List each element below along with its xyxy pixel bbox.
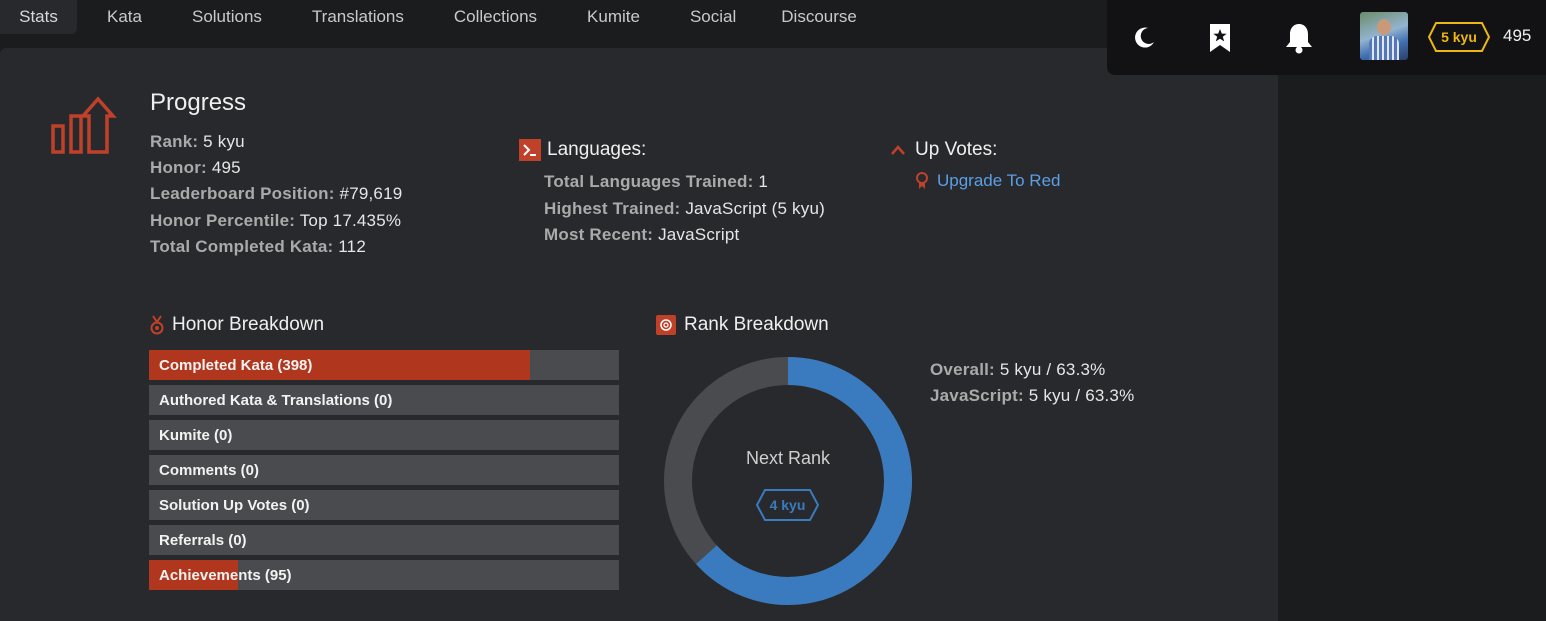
donut-progress-arc	[696, 357, 912, 605]
tab-kumite[interactable]: Kumite	[587, 0, 640, 34]
progress-title: Progress	[150, 89, 247, 116]
honor-bar-comments: Comments (0)	[149, 455, 619, 485]
stat-total-completed-kata: Total Completed Kata: 112	[150, 237, 366, 256]
honor-count: 495	[1503, 26, 1532, 45]
upvotes-title: Up Votes:	[890, 139, 997, 161]
honor-breakdown-title: Honor Breakdown	[150, 314, 324, 336]
rank-progress-donut	[664, 357, 912, 605]
stat-rank-overall: Overall: 5 kyu / 63.3%	[930, 360, 1106, 379]
tab-kata[interactable]: Kata	[107, 0, 142, 34]
stat-rank: Rank: 5 kyu	[150, 132, 245, 151]
bookmark-star-icon[interactable]	[1204, 20, 1236, 56]
honor-bar-referrals: Referrals (0)	[149, 525, 619, 555]
tab-discourse[interactable]: Discourse	[781, 0, 857, 34]
tab-stats[interactable]: Stats	[0, 0, 77, 34]
stat-leaderboard-position: Leaderboard Position: #79,619	[150, 184, 403, 203]
languages-title: Languages:	[519, 139, 646, 161]
bell-icon[interactable]	[1282, 20, 1316, 56]
tab-social[interactable]: Social	[690, 0, 736, 34]
moon-icon[interactable]	[1128, 22, 1160, 54]
rank-breakdown-title: Rank Breakdown	[656, 314, 829, 336]
next-rank-label: Next Rank	[745, 448, 831, 468]
rank-badge[interactable]: 5 kyu	[1428, 22, 1490, 52]
honor-bar-kumite: Kumite (0)	[149, 420, 619, 450]
stat-total-languages: Total Languages Trained: 1	[544, 172, 769, 191]
honor-bar-authored-kata: Authored Kata & Translations (0)	[149, 385, 619, 415]
upgrade-to-red-link[interactable]: Upgrade To Red	[937, 171, 1061, 191]
rank-badge-text: 5 kyu	[1441, 29, 1477, 45]
user-avatar[interactable]	[1360, 12, 1408, 60]
stat-honor: Honor: 495	[150, 158, 241, 177]
next-rank-text: 4 kyu	[769, 497, 806, 513]
next-rank-badge: 4 kyu	[756, 489, 819, 521]
stat-rank-javascript: JavaScript: 5 kyu / 63.3%	[930, 386, 1135, 405]
tab-collections[interactable]: Collections	[454, 0, 537, 34]
progress-chart-icon	[50, 96, 118, 161]
terminal-icon	[519, 139, 541, 161]
chevron-up-icon	[891, 145, 905, 155]
honor-bar-achievements: Achievements (95)	[149, 560, 619, 590]
stat-highest-trained: Highest Trained: JavaScript (5 kyu)	[544, 199, 825, 218]
honor-bar-completed-kata: Completed Kata (398)	[149, 350, 619, 380]
medal-icon	[150, 315, 164, 335]
stat-honor-percentile: Honor Percentile: Top 17.435%	[150, 211, 402, 230]
stats-tabs: Stats Kata Solutions Translations Collec…	[0, 0, 857, 38]
stat-most-recent: Most Recent: JavaScript	[544, 225, 740, 244]
tab-translations[interactable]: Translations	[312, 0, 404, 34]
tab-solutions[interactable]: Solutions	[192, 0, 262, 34]
ribbon-icon	[916, 172, 928, 189]
rank-icon	[656, 315, 676, 335]
honor-breakdown-bars: Completed Kata (398) Authored Kata & Tra…	[149, 350, 619, 595]
honor-bar-solution-up-votes: Solution Up Votes (0)	[149, 490, 619, 520]
